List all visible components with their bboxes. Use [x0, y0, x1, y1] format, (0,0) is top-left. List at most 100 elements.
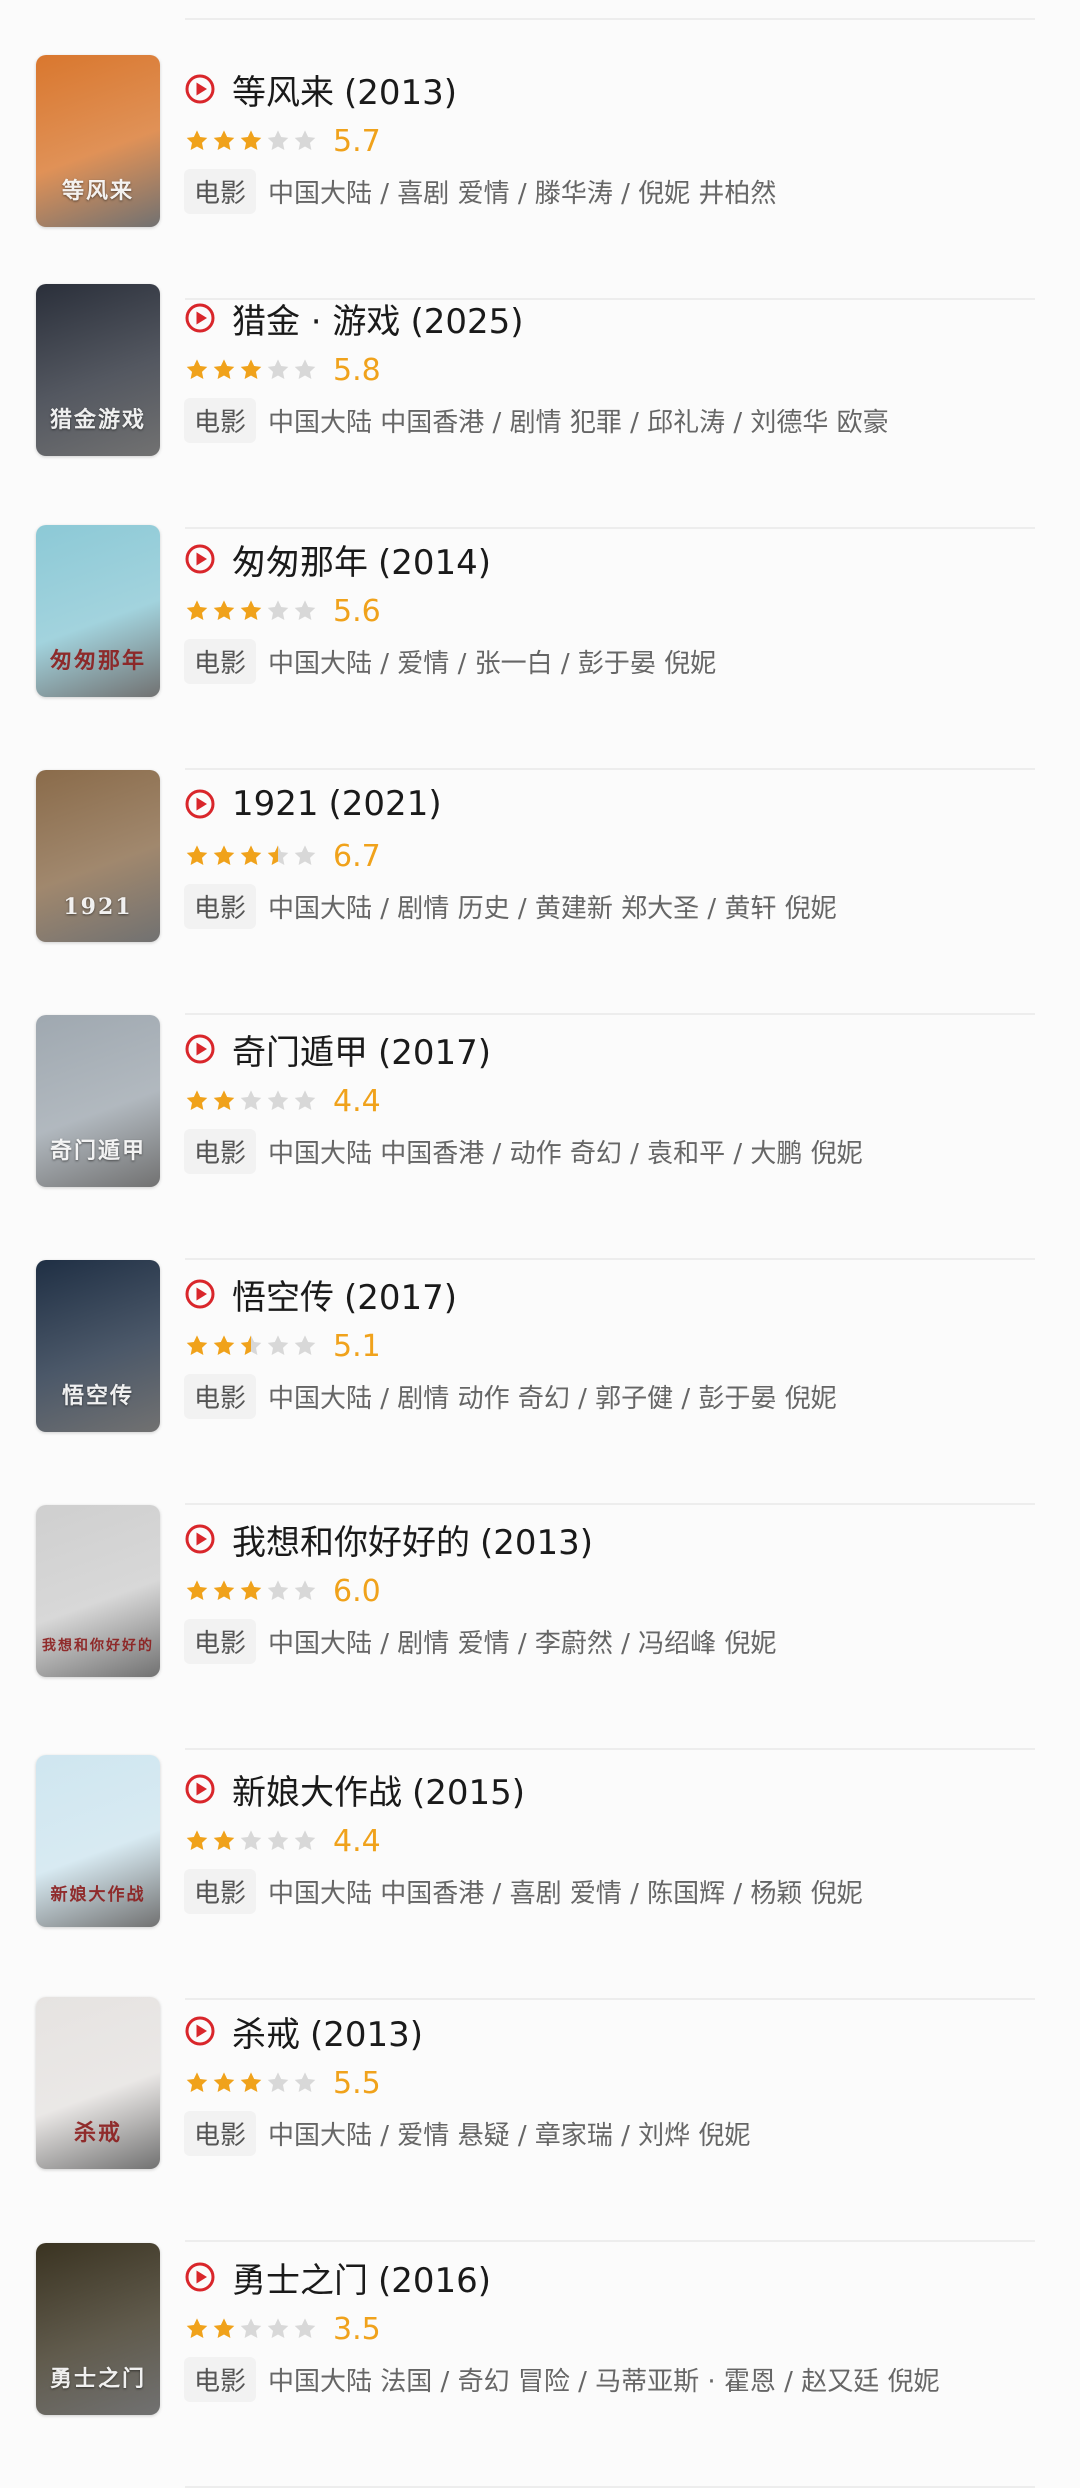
rating: 5.7: [184, 123, 381, 159]
movie-meta: 中国大陆 / 爱情 / 张一白 / 彭于晏 倪妮: [268, 648, 717, 679]
row-divider: [185, 2240, 1035, 2242]
movie-name: 我想和你好好的: [232, 1522, 470, 1563]
star-empty-icon: [240, 2318, 262, 2338]
movie-meta: 中国大陆 中国香港 / 动作 奇幻 / 袁和平 / 大鹏 倪妮: [268, 1138, 863, 1169]
movie-title[interactable]: 等风来 (2013): [232, 65, 457, 114]
star-filled-icon: [240, 2072, 262, 2092]
movie-title[interactable]: 新娘大作战 (2015): [232, 1765, 525, 1814]
movie-item[interactable]: 悟空传 悟空传 (2017) 5.1 电影 中国大陆 / 剧情 动作 奇幻 / 郭…: [0, 1260, 1080, 1505]
movie-name: 奇门遁甲: [232, 1032, 368, 1073]
poster-title: 猎金游戏: [49, 407, 146, 433]
movie-poster[interactable]: 猎金游戏: [36, 284, 160, 456]
movie-poster[interactable]: 等风来: [36, 55, 160, 227]
movie-poster[interactable]: 勇士之门: [36, 2243, 160, 2415]
star-empty-icon: [294, 1090, 316, 1110]
movie-item[interactable]: 我想和你好好的 我想和你好好的 (2013) 6.0 电影 中国大陆 / 剧情 爱…: [0, 1505, 1080, 1750]
star-rating: [184, 357, 319, 383]
rating: 6.7: [184, 838, 381, 874]
top-divider: [185, 18, 1035, 20]
star-filled-icon: [186, 2318, 208, 2338]
star-filled-icon: [213, 1090, 235, 1110]
poster-title: 等风来: [61, 178, 134, 204]
play-icon[interactable]: [184, 1523, 216, 1555]
star-filled-icon: [186, 1335, 208, 1355]
movie-poster[interactable]: 新娘大作战: [36, 1755, 160, 1927]
movie-poster[interactable]: 我想和你好好的: [36, 1505, 160, 1677]
play-icon[interactable]: [184, 1033, 216, 1065]
movie-meta: 中国大陆 中国香港 / 剧情 犯罪 / 邱礼涛 / 刘德华 欧豪: [268, 407, 889, 438]
play-icon[interactable]: [184, 2015, 216, 2047]
play-icon[interactable]: [184, 543, 216, 575]
movie-meta: 中国大陆 / 剧情 动作 奇幻 / 郭子健 / 彭于晏 倪妮: [268, 1383, 837, 1414]
movie-name: 1921: [232, 784, 319, 824]
rating: 5.5: [184, 2065, 381, 2101]
star-rating: [184, 128, 319, 154]
type-tag: 电影: [184, 1128, 257, 1174]
poster-title: 勇士之门: [49, 2366, 146, 2392]
star-filled-icon: [213, 600, 235, 620]
play-icon[interactable]: [184, 73, 216, 105]
rating: 4.4: [184, 1823, 381, 1859]
play-icon[interactable]: [184, 788, 216, 820]
movie-poster[interactable]: 匆匆那年: [36, 525, 160, 697]
type-tag: 电影: [184, 1618, 257, 1664]
movie-item[interactable]: 等风来 等风来 (2013) 5.7 电影 中国大陆 / 喜剧 爱情 / 滕华涛 …: [0, 55, 1080, 300]
movie-title[interactable]: 奇门遁甲 (2017): [232, 1025, 491, 1074]
star-rating: [184, 1088, 319, 1114]
movie-poster[interactable]: 1921: [36, 770, 160, 942]
movie-title[interactable]: 匆匆那年 (2014): [232, 535, 491, 584]
movie-title[interactable]: 1921 (2021): [232, 784, 442, 824]
movie-item[interactable]: 猎金游戏 猎金 · 游戏 (2025) 5.8 电影 中国大陆 中国香港 / 剧情…: [0, 284, 1080, 529]
rating: 5.8: [184, 352, 381, 388]
movie-meta: 中国大陆 中国香港 / 喜剧 爱情 / 陈国辉 / 杨颖 倪妮: [268, 1878, 863, 1909]
star-empty-icon: [294, 2072, 316, 2092]
movie-poster[interactable]: 奇门遁甲: [36, 1015, 160, 1187]
movie-title[interactable]: 我想和你好好的 (2013): [232, 1515, 593, 1564]
movie-poster[interactable]: 悟空传: [36, 1260, 160, 1432]
movie-title[interactable]: 悟空传 (2017): [232, 1270, 457, 1319]
star-empty-icon: [294, 600, 316, 620]
movie-item[interactable]: 新娘大作战 新娘大作战 (2015) 4.4 电影 中国大陆 中国香港 / 喜剧 …: [0, 1755, 1080, 2000]
movie-item[interactable]: 勇士之门 勇士之门 (2016) 3.5 电影 中国大陆 法国 / 奇幻 冒险 /…: [0, 2243, 1080, 2488]
star-rating: [184, 598, 319, 624]
movie-poster[interactable]: 杀戒: [36, 1997, 160, 2169]
movie-item[interactable]: 1921 1921 (2021) 6.7 电影 中国大陆 / 剧情 历史 / 黄建…: [0, 770, 1080, 1015]
star-filled-icon: [186, 1090, 208, 1110]
movie-title[interactable]: 勇士之门 (2016): [232, 2253, 491, 2302]
rating: 3.5: [184, 2311, 381, 2347]
movie-year: (2014): [378, 542, 492, 583]
rating-score: 5.7: [333, 123, 381, 159]
movie-name: 勇士之门: [232, 2260, 368, 2301]
star-rating: [184, 2070, 319, 2096]
star-filled-icon: [213, 359, 235, 379]
star-empty-icon: [294, 130, 316, 150]
movie-name: 猎金 · 游戏: [232, 301, 401, 342]
movie-year: (2013): [480, 1522, 594, 1563]
movie-item[interactable]: 匆匆那年 匆匆那年 (2014) 5.6 电影 中国大陆 / 爱情 / 张一白 /…: [0, 525, 1080, 770]
star-filled-icon: [213, 2072, 235, 2092]
movie-title[interactable]: 杀戒 (2013): [232, 2007, 423, 2056]
movie-year: (2013): [310, 2014, 424, 2055]
movie-item[interactable]: 杀戒 杀戒 (2013) 5.5 电影 中国大陆 / 爱情 悬疑 / 章家瑞 / …: [0, 1997, 1080, 2242]
type-tag: 电影: [184, 638, 257, 684]
movie-title[interactable]: 猎金 · 游戏 (2025): [232, 294, 524, 343]
star-filled-icon: [240, 130, 262, 150]
rating-score: 4.4: [333, 1083, 381, 1119]
star-rating: [184, 1828, 319, 1854]
rating-score: 5.1: [333, 1328, 381, 1364]
star-empty-icon: [267, 1090, 289, 1110]
movie-item[interactable]: 奇门遁甲 奇门遁甲 (2017) 4.4 电影 中国大陆 中国香港 / 动作 奇幻…: [0, 1015, 1080, 1260]
play-icon[interactable]: [184, 1773, 216, 1805]
poster-title: 奇门遁甲: [49, 1138, 146, 1164]
poster-title: 新娘大作战: [50, 1885, 146, 1905]
play-icon[interactable]: [184, 1278, 216, 1310]
play-icon[interactable]: [184, 302, 216, 334]
star-empty-icon: [267, 1830, 289, 1850]
poster-title: 悟空传: [61, 1383, 134, 1409]
star-empty-icon: [294, 359, 316, 379]
star-empty-icon: [267, 1580, 289, 1600]
star-rating: [184, 843, 319, 869]
play-icon[interactable]: [184, 2261, 216, 2293]
star-half-icon: [267, 845, 289, 865]
star-filled-icon: [240, 600, 262, 620]
